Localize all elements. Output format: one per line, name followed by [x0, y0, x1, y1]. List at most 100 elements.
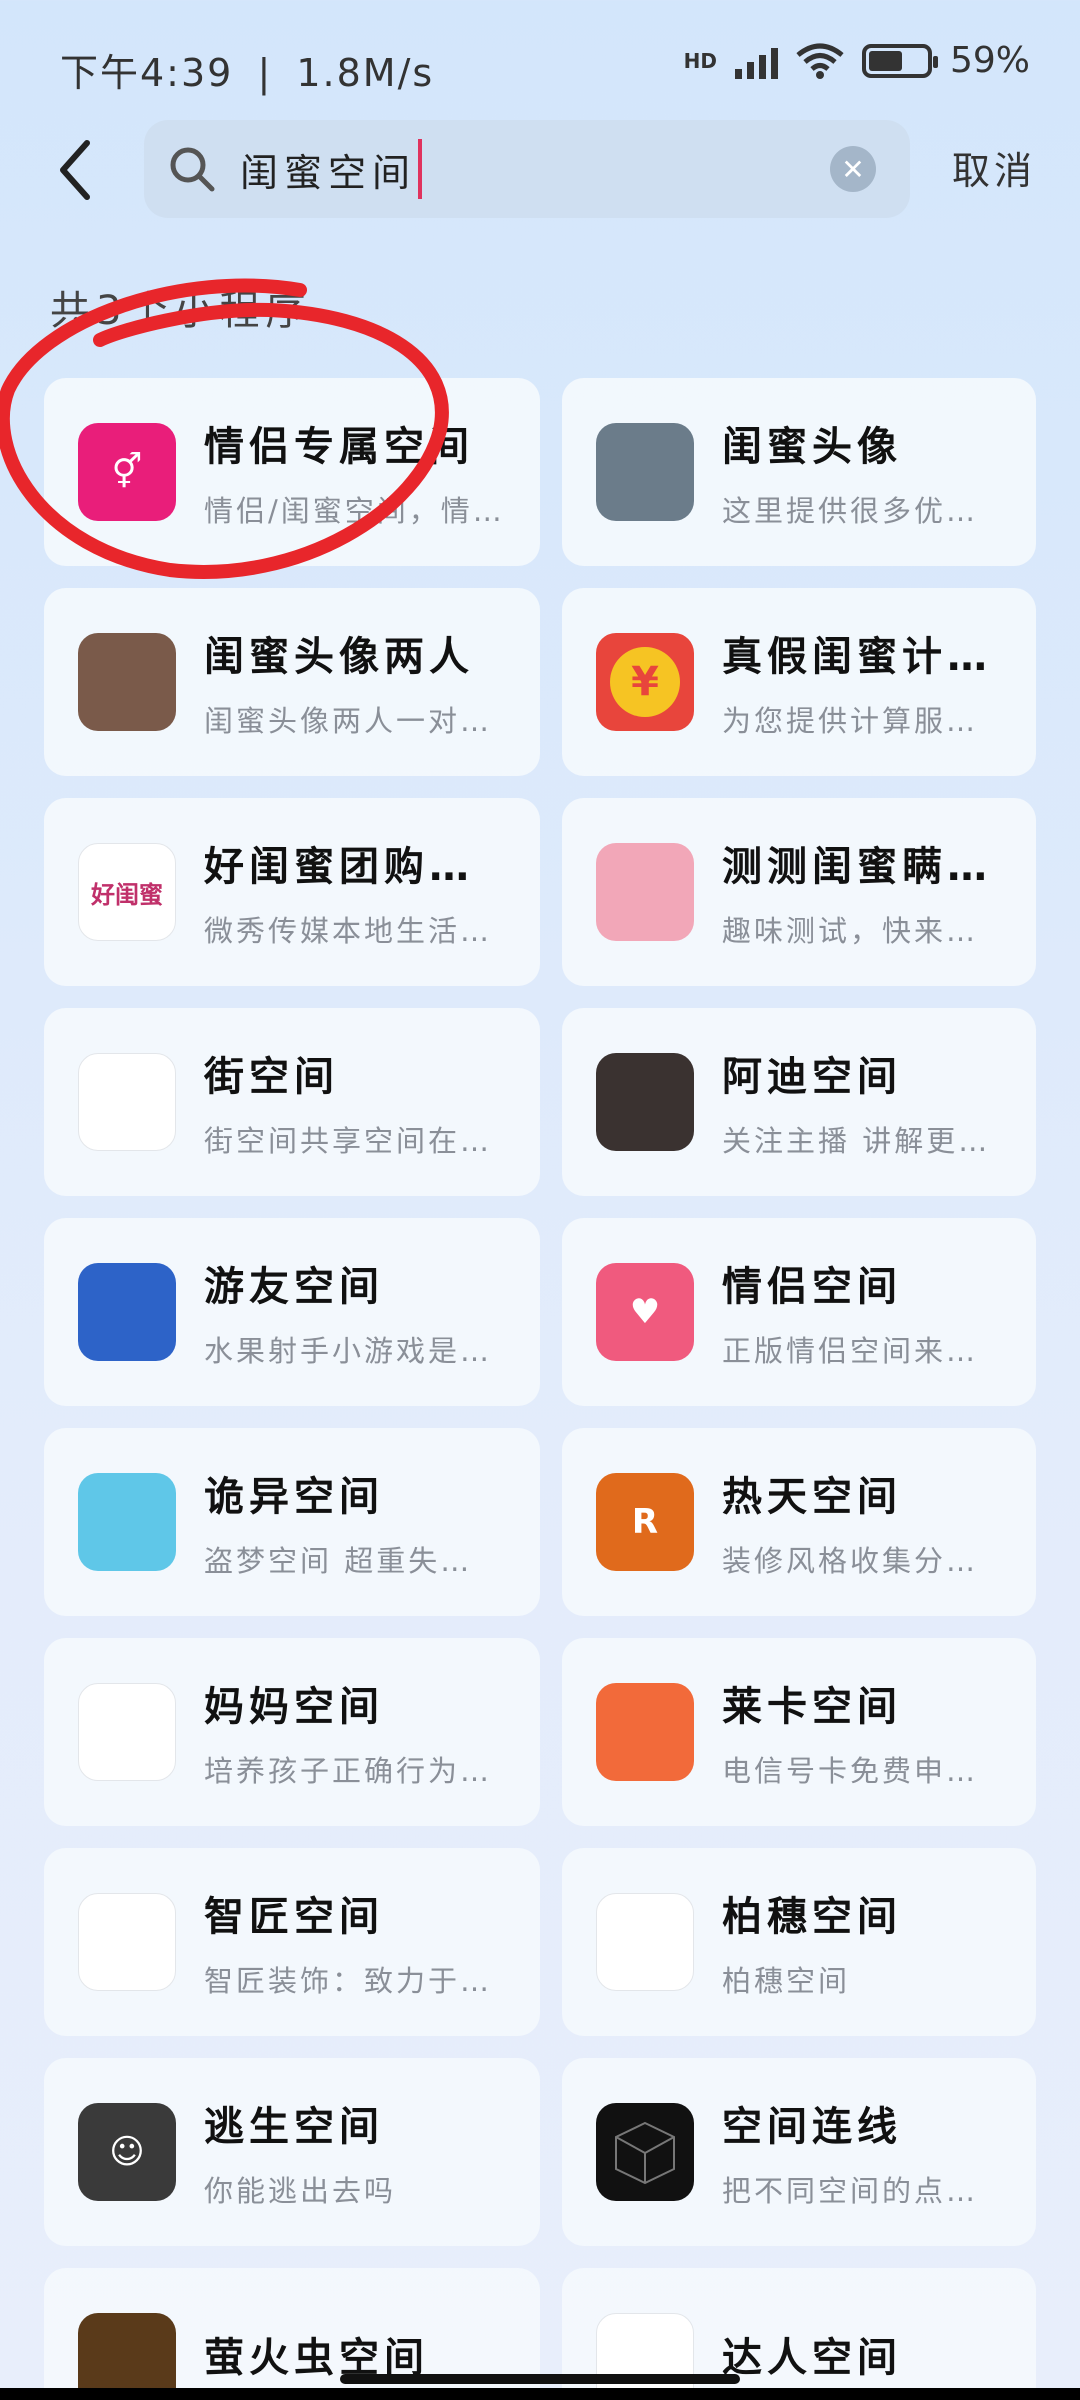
app-card[interactable]: 诡异空间 盗梦空间 超重失… [44, 1428, 540, 1616]
search-icon [170, 147, 215, 192]
app-description: 街空间共享空间在… [204, 1124, 493, 1158]
app-text: 阿迪空间关注主播 讲解更… [722, 1044, 1012, 1160]
app-grid: ⚥ 情侣专属空间情侣/闺蜜空间，情… 闺蜜头像这里提供很多优… 闺蜜头像两人 闺蜜头像两… [44, 378, 1036, 2400]
app-card[interactable]: 街空间街空间共享空间在… [44, 1008, 540, 1196]
app-name: 阿迪空间 [722, 1054, 902, 1100]
app-name: 游友空间 [204, 1264, 384, 1310]
app-card[interactable]: ¥ 真假闺蜜计算器为您提供计算服… [562, 588, 1036, 776]
app-description: 智匠装饰：致力于… [204, 1964, 493, 1998]
photo-thumbnail-icon [596, 1053, 694, 1151]
app-name: 情侣专属空间 [204, 424, 474, 470]
app-text: 莱卡空间电信号卡免费申… [722, 1674, 1012, 1790]
app-name: 柏穗空间 [722, 1894, 902, 1940]
app-card[interactable]: 阿迪空间关注主播 讲解更… [562, 1008, 1036, 1196]
app-description: 你能逃出去吗 [204, 2174, 397, 2208]
app-name: 妈妈空间 [204, 1684, 384, 1730]
bottom-bar [0, 2388, 1080, 2400]
battery-percent: 59% [949, 40, 1030, 81]
app-text: 好闺蜜团购优选 微秀传媒本地生活… [204, 834, 504, 950]
app-text: 诡异空间 盗梦空间 超重失… [204, 1464, 504, 1580]
app-name: 莱卡空间 [722, 1684, 902, 1730]
girl-portrait-icon [78, 633, 176, 731]
hao-gui-mi-logo-icon: 好闺蜜 [78, 843, 176, 941]
yen-coin-icon: ¥ [596, 633, 694, 731]
app-card[interactable]: 游友空间水果射手小游戏是… [44, 1218, 540, 1406]
house-logo-icon [596, 2313, 694, 2400]
app-name: 逃生空间 [204, 2104, 384, 2150]
app-description: 关注主播 讲解更… [722, 1124, 991, 1158]
zhijiang-logo-icon [78, 1893, 176, 1991]
app-card[interactable]: 莱卡空间电信号卡免费申… [562, 1638, 1036, 1826]
app-card[interactable]: 柏穗空间 柏穗空间 [562, 1848, 1036, 2036]
baisui-logo-icon [596, 1893, 694, 1991]
two-girls-photo-icon [596, 423, 694, 521]
smiley-face-icon: ☺ [78, 2103, 176, 2201]
status-time: 下午4:39 | 1.8M/s [60, 51, 435, 95]
app-card[interactable]: ♥ 情侣空间正版情侣空间来… [562, 1218, 1036, 1406]
app-card[interactable]: ☺ 逃生空间你能逃出去吗 [44, 2058, 540, 2246]
app-description: 柏穗空间 [722, 1964, 851, 1998]
app-card[interactable]: 测测闺蜜瞒着… 趣味测试，快来… [562, 798, 1036, 986]
app-description: 这里提供很多优… [722, 494, 979, 528]
fruit-game-icon [78, 1263, 176, 1361]
app-card[interactable]: 妈妈空间 培养孩子正确行为… [44, 1638, 540, 1826]
battery-icon [861, 43, 938, 78]
app-card[interactable]: ⚥ 情侣专属空间情侣/闺蜜空间，情… [44, 378, 540, 566]
clock: 下午4:39 [60, 51, 234, 95]
app-text: 情侣专属空间情侣/闺蜜空间，情… [204, 414, 504, 530]
app-description: 把不同空间的点… [722, 2174, 979, 2208]
hd-label: HD [683, 48, 717, 73]
app-text: 妈妈空间 培养孩子正确行为… [204, 1674, 504, 1790]
app-name: 真假闺蜜计算器 [722, 634, 1012, 680]
app-card[interactable]: 空间连线把不同空间的点… [562, 2058, 1036, 2246]
couple-symbol-icon: ⚥ [78, 423, 176, 521]
app-card[interactable]: R 热天空间装修风格收集分… [562, 1428, 1036, 1616]
clear-icon[interactable]: ✕ [830, 146, 876, 192]
app-description: 情侣/闺蜜空间，情… [204, 494, 504, 528]
app-name: 达人空间 [722, 2335, 902, 2381]
app-name: 情侣空间 [722, 1264, 902, 1310]
app-card[interactable]: 闺蜜头像两人 闺蜜头像两人一对… [44, 588, 540, 776]
back-button[interactable] [40, 130, 110, 210]
app-text: 柏穗空间 柏穗空间 [722, 1884, 1012, 2000]
app-description: 电信号卡免费申… [722, 1754, 979, 1788]
orange-r-logo-icon: R [596, 1473, 694, 1571]
hearts-icon: ♥ [596, 1263, 694, 1361]
orange-signal-icon [596, 1683, 694, 1781]
app-name: 空间连线 [722, 2104, 902, 2150]
app-name: 闺蜜头像 [722, 424, 902, 470]
app-description: 为您提供计算服… [722, 704, 979, 738]
app-card[interactable]: 智匠空间智匠装饰：致力于… [44, 1848, 540, 2036]
anime-girl-icon [596, 843, 694, 941]
street-space-logo-icon [78, 1053, 176, 1151]
home-indicator[interactable] [340, 2374, 740, 2384]
app-name: 测测闺蜜瞒着… [722, 844, 1012, 890]
app-name: 热天空间 [722, 1474, 902, 1520]
app-description: 水果射手小游戏是… [204, 1334, 493, 1368]
app-text: 逃生空间你能逃出去吗 [204, 2094, 504, 2210]
app-text: 空间连线把不同空间的点… [722, 2094, 1012, 2210]
app-description: 装修风格收集分… [722, 1544, 979, 1578]
app-card[interactable]: 好闺蜜 好闺蜜团购优选 微秀传媒本地生活… [44, 798, 540, 986]
app-text: 闺蜜头像两人 闺蜜头像两人一对… [204, 624, 504, 740]
firefly-icon [78, 2313, 176, 2400]
app-card[interactable]: 闺蜜头像这里提供很多优… [562, 378, 1036, 566]
status-bar: 下午4:39 | 1.8M/s HD 59% [0, 0, 1080, 130]
app-name: 智匠空间 [204, 1894, 384, 1940]
app-text: 真假闺蜜计算器为您提供计算服… [722, 624, 1012, 740]
wifi-icon [796, 43, 844, 79]
app-name: 街空间 [204, 1054, 339, 1100]
app-name: 诡异空间 [204, 1474, 384, 1520]
status-icons: HD 59% [684, 40, 1030, 81]
app-description: 正版情侣空间来… [722, 1334, 979, 1368]
result-count: 共3个小程序 [50, 288, 312, 334]
black-cube-icon [596, 2103, 694, 2201]
cancel-button[interactable]: 取消 [952, 140, 1036, 195]
app-name: 好闺蜜团购优选 [204, 844, 504, 890]
search-input[interactable]: 闺蜜空间 ✕ [144, 120, 910, 218]
search-query: 闺蜜空间 [240, 150, 417, 195]
app-text: 测测闺蜜瞒着… 趣味测试，快来… [722, 834, 1012, 950]
app-text: 街空间街空间共享空间在… [204, 1044, 504, 1160]
app-text: 游友空间水果射手小游戏是… [204, 1254, 504, 1370]
floating-island-icon [78, 1473, 176, 1571]
